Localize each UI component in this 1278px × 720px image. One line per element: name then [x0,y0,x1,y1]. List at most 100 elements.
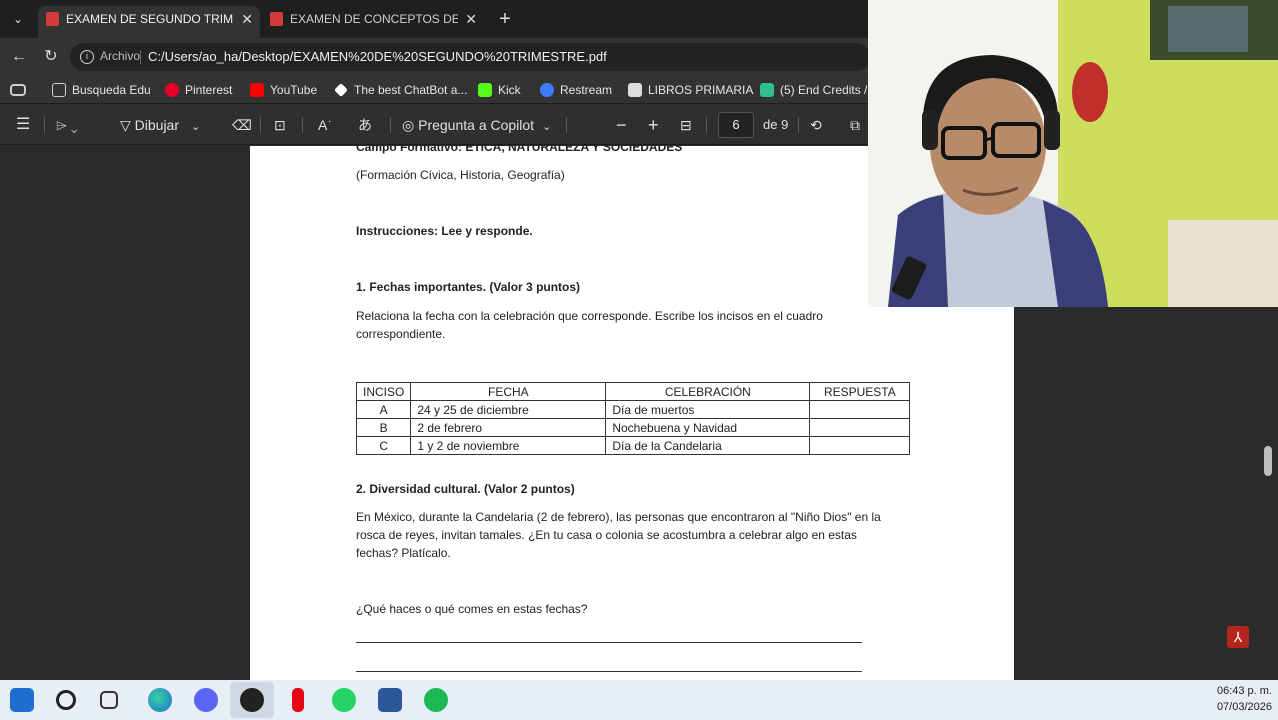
table-header-row: INCISO FECHA CELEBRACIÓN RESPUESTA [355,382,911,401]
table-cell [809,400,911,419]
table-cell: B [355,418,412,437]
highlight-icon[interactable]: ⌲ ⌄ [56,115,77,135]
youtube-icon [250,83,264,97]
info-icon[interactable]: i [80,50,94,64]
apps-icon[interactable] [10,84,26,96]
read-aloud-icon[interactable]: A͘ [318,115,327,135]
acrobat-icon[interactable]: ⅄ [1227,626,1249,648]
table-cell: 1 y 2 de noviembre [410,436,607,455]
instructions: Instrucciones: Lee y responde. [356,224,533,238]
bookmark-label: Busqueda Edu [72,83,151,97]
rotate-icon[interactable]: ⟲ [810,115,822,135]
bookmark-label: YouTube [270,83,318,97]
spotify-icon[interactable] [424,688,448,712]
word-icon[interactable] [378,688,402,712]
netflix-icon[interactable] [292,688,304,712]
fit-page-icon[interactable]: ⊟ [680,115,692,135]
table-cell [809,418,911,437]
table-cell: C [355,436,412,455]
table-cell [809,436,911,455]
table-cell: Nochebuena y Navidad [605,418,811,437]
url-text[interactable]: C:/Users/ao_ha/Desktop/EXAMEN%20DE%20SEG… [148,49,607,64]
question-2-text: rosca de reyes, invitan tamales. ¿En tu … [356,528,857,542]
whatsapp-icon[interactable] [332,688,356,712]
page-view-icon[interactable]: ⧉ [850,115,860,135]
address-bar[interactable]: i Archivo C:/Users/ao_ha/Desktop/EXAMEN%… [70,43,870,71]
question-1-text: Relaciona la fecha con la celebración qu… [356,309,823,323]
scrollbar-thumb[interactable] [1264,446,1272,476]
bookmark-restream[interactable]: Restream [540,82,612,98]
close-icon[interactable]: ✕ [465,6,477,32]
campo-subtitle: (Formación Cívica, Historia, Geografía) [356,168,565,182]
translate-icon[interactable]: あ [358,115,372,135]
divider [706,117,707,133]
task-view-icon[interactable] [100,691,118,709]
obs-icon[interactable] [240,688,264,712]
windows-start-icon[interactable] [10,688,34,712]
screen: { "browser": { "tabs": [ {"title": "EXAM… [0,0,1278,720]
clock-time[interactable]: 06:43 p. m. [1217,685,1272,697]
divider [390,117,391,133]
divider [798,117,799,133]
table-cell: A [355,400,412,419]
bookmark-label: Kick [498,83,521,97]
kick-icon [478,83,492,97]
question-2-text: fechas? Platícalo. [356,546,451,560]
tab-search-chevron-icon[interactable]: ⌄ [6,7,30,31]
answer-line [356,642,862,643]
question-2-text: En México, durante la Candelaria (2 de f… [356,510,881,524]
bookmark-label: The best ChatBot a... [354,83,468,97]
back-arrow-icon[interactable]: ← [8,46,30,68]
question-2-title: 2. Diversidad cultural. (Valor 2 puntos) [356,482,575,496]
pen-icon: ▽ [120,117,135,133]
bookmark-label: LIBROS PRIMARIA [648,83,754,97]
table-cell: 2 de febrero [410,418,607,437]
book-icon [628,83,642,97]
discord-icon[interactable] [194,688,218,712]
table-row: B 2 de febrero Nochebuena y Navidad [355,418,911,437]
close-icon[interactable]: ✕ [241,6,253,32]
new-tab-button[interactable]: + [494,6,516,32]
bookmark-libros-primaria[interactable]: LIBROS PRIMARIA [628,82,753,98]
tab-examen-conceptos[interactable]: EXAMEN DE CONCEPTOS DE SEGUNDO ✕ [262,6,484,38]
zoom-in-button[interactable]: + [648,115,659,135]
bookmark-label: Pinterest [185,83,233,97]
draw-label: Dibujar [134,117,180,133]
folder-icon [52,83,66,97]
divider [44,117,45,133]
bookmark-busqueda-edu[interactable]: Busqueda Edu [52,82,151,98]
bookmark-pinterest[interactable]: Pinterest [165,82,232,98]
table-cell: Día de muertos [605,400,811,419]
tab-title: EXAMEN DE SEGUNDO TRIMESTRE [66,12,234,26]
chatbot-icon [334,83,348,97]
pdf-icon [270,12,283,26]
text-box-icon[interactable]: ⊡ [274,115,286,135]
eraser-icon[interactable]: ⌫ [232,115,252,135]
reload-icon[interactable]: ↻ [40,46,62,68]
bookmark-end-credits[interactable]: (5) End Credits / S [760,82,879,98]
restream-icon [540,83,554,97]
bookmark-label: Restream [560,83,613,97]
table-row: C 1 y 2 de noviembre Día de la Candelari… [355,436,911,455]
table-row: A 24 y 25 de diciembre Día de muertos [355,400,911,419]
contents-list-icon[interactable]: ☰ [16,115,30,135]
table-header: CELEBRACIÓN [605,382,811,401]
bookmark-kick[interactable]: Kick [478,82,521,98]
file-chip: Archivo [100,49,141,63]
tab-examen-segundo-trimestre[interactable]: EXAMEN DE SEGUNDO TRIMESTRE ✕ [38,6,260,38]
clock-date[interactable]: 07/03/2026 [1217,701,1272,713]
question-1-text: correspondiente. [356,327,446,341]
copilot-button[interactable]: ◎ Pregunta a Copilot ⌄ [402,115,551,135]
bookmark-chatbot[interactable]: The best ChatBot a... [334,82,467,98]
divider [260,117,261,133]
search-icon[interactable] [56,690,76,710]
bookmark-youtube[interactable]: YouTube [250,82,317,98]
divider [140,50,141,64]
edge-icon[interactable] [148,688,172,712]
webcam-overlay [868,0,1278,307]
draw-button[interactable]: ▽ Dibujar ⌄ [120,115,200,135]
page-number-input[interactable]: 6 [718,112,754,138]
copilot-label: Pregunta a Copilot [418,117,535,133]
zoom-out-button[interactable]: − [616,115,627,135]
table-header: INCISO [355,382,412,401]
